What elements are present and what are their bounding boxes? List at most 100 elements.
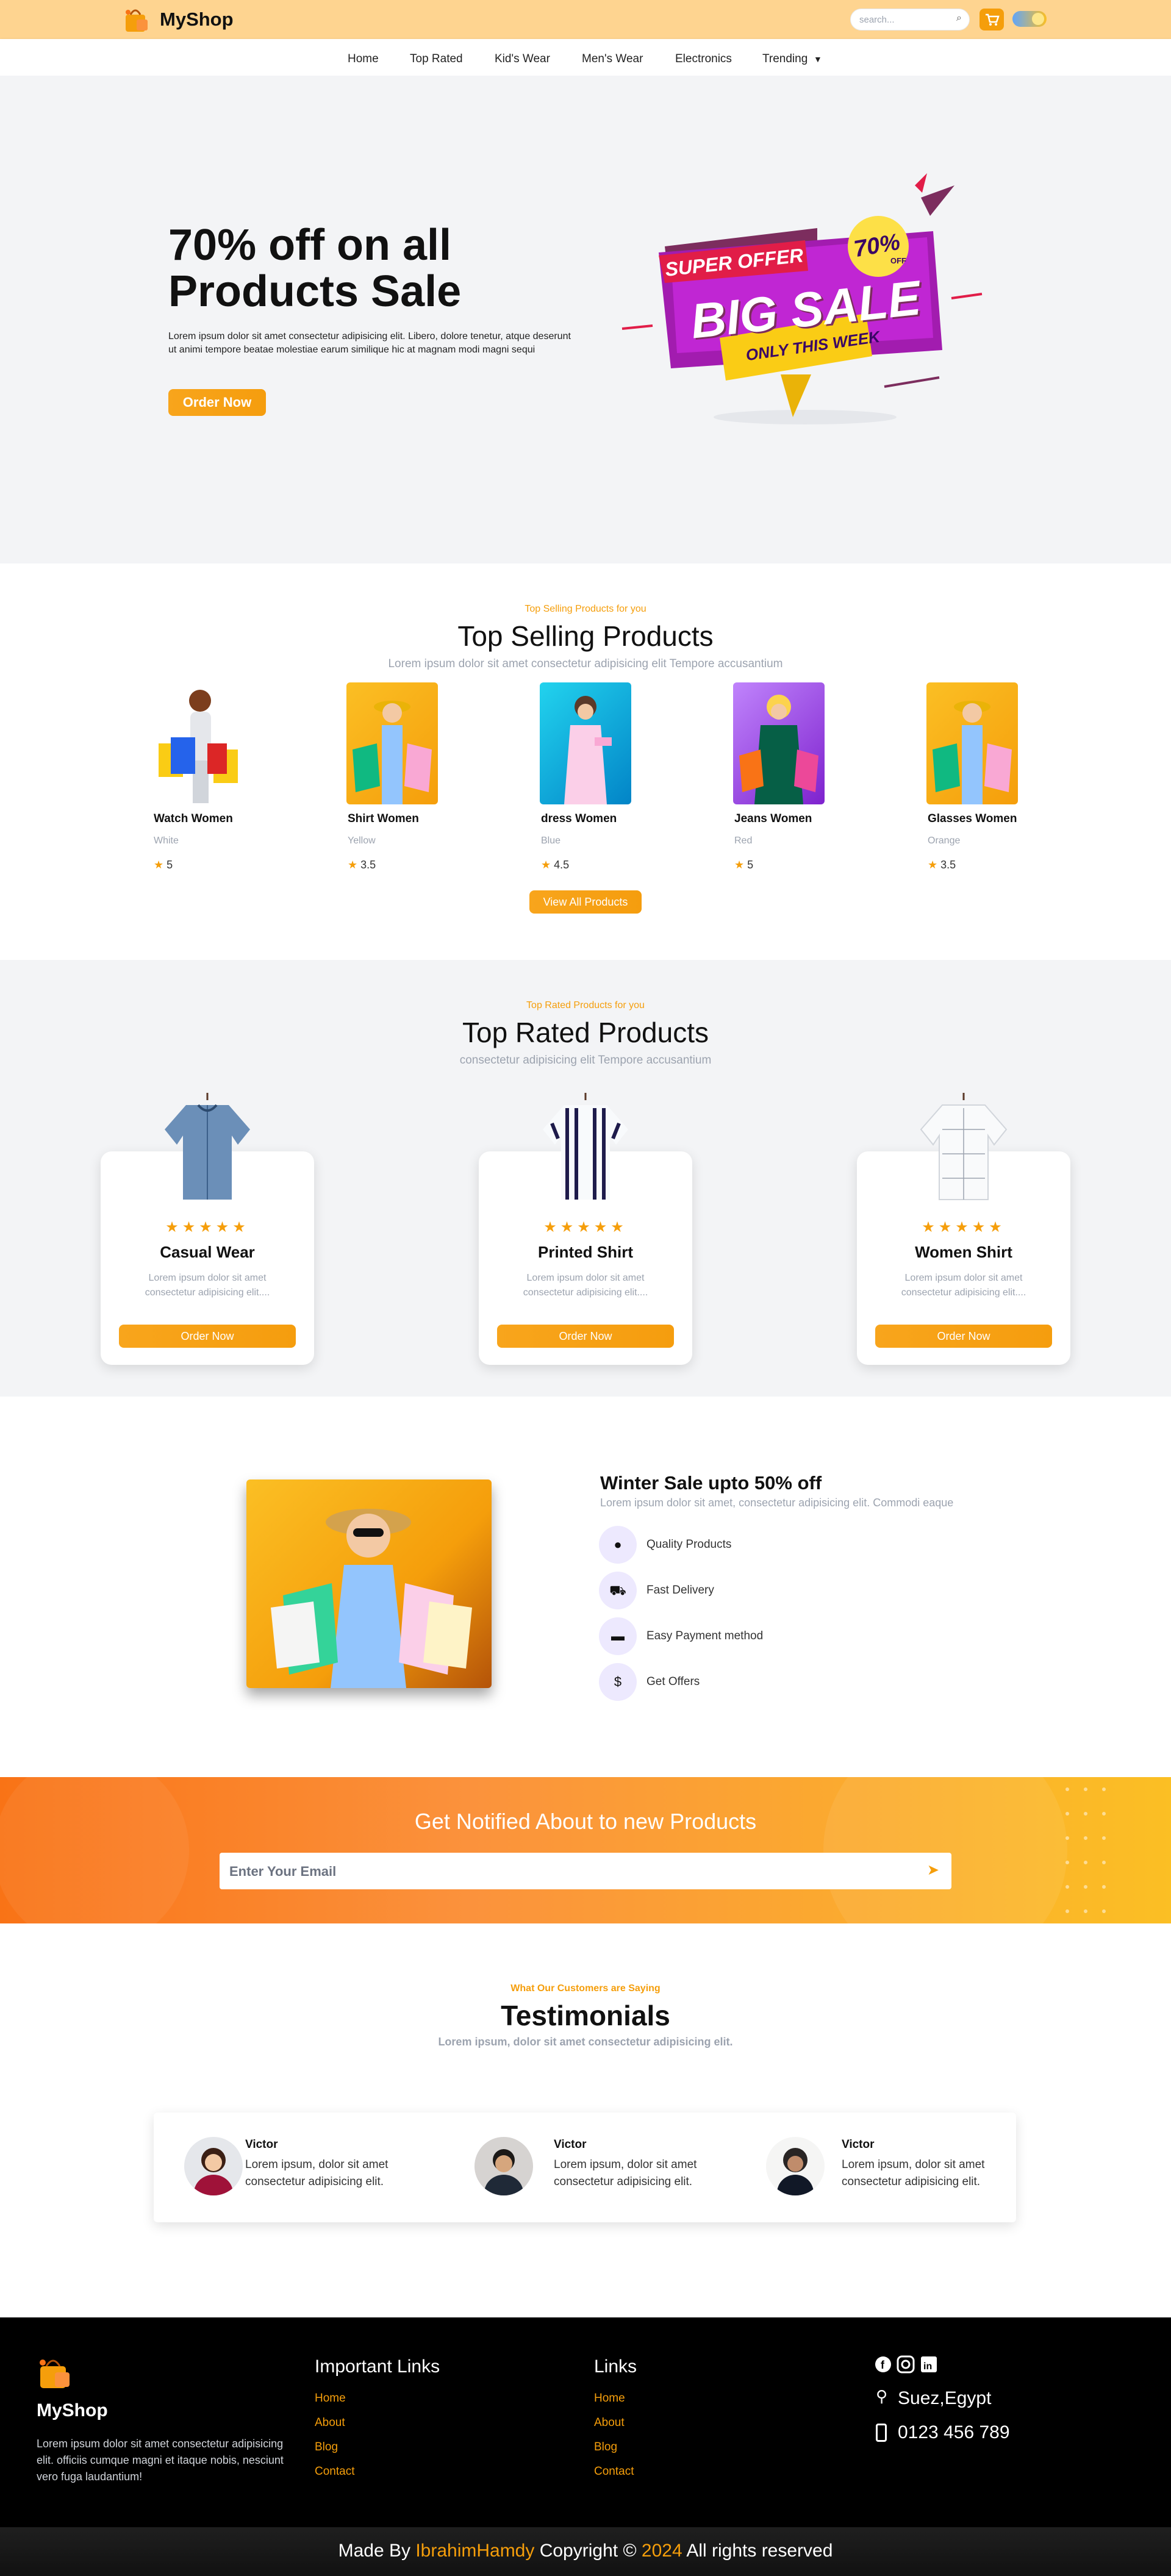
order-now-button[interactable]: Order Now bbox=[497, 1325, 674, 1348]
top-rated-desc: consectetur adipisicing elit Tempore acc… bbox=[459, 1054, 712, 1067]
wallet-icon: ▬ bbox=[599, 1617, 637, 1655]
footer-link-contact[interactable]: Contact bbox=[315, 2465, 354, 2478]
product-card[interactable]: ★★★★★ Printed Shirt Lorem ipsum dolor si… bbox=[479, 1093, 692, 1365]
search-input[interactable]: search... ⌕ bbox=[850, 9, 970, 30]
card-title: Casual Wear bbox=[160, 1243, 255, 1261]
top-rated-section: Top Rated Products for you Top Rated Pro… bbox=[0, 960, 1171, 1397]
product-name: Glasses Women bbox=[928, 812, 1017, 825]
instagram-icon bbox=[897, 2355, 915, 2374]
author-link[interactable]: IbrahimHamdy bbox=[415, 2541, 534, 2561]
footer-link-about[interactable]: About bbox=[594, 2416, 625, 2430]
star-icon: ★ bbox=[922, 1219, 939, 1236]
footer-link-home[interactable]: Home bbox=[594, 2392, 625, 2405]
product-image bbox=[162, 1093, 253, 1203]
footer-brand[interactable]: MyShop bbox=[37, 2400, 108, 2421]
avatar bbox=[474, 2137, 533, 2195]
feature-label: Easy Payment method bbox=[646, 1630, 764, 1642]
rating-value: 3.5 bbox=[360, 859, 376, 871]
rating-stars: ★★★★★ bbox=[479, 1218, 692, 1236]
rating-value: 4.5 bbox=[554, 859, 570, 871]
send-icon[interactable]: ➤ bbox=[927, 1861, 939, 1879]
email-field[interactable]: Enter Your Email ➤ bbox=[220, 1853, 951, 1889]
product-image[interactable] bbox=[346, 682, 438, 804]
star-icon: ★ bbox=[215, 1219, 233, 1236]
product-card[interactable]: ★★★★★ Casual Wear Lorem ipsum dolor sit … bbox=[101, 1093, 314, 1365]
product-rating: ★ 3.5 bbox=[348, 859, 376, 871]
top-rated-subtitle: Top Rated Products for you bbox=[526, 1000, 645, 1011]
social-icons: f in bbox=[875, 2354, 948, 2375]
nav-kids-wear[interactable]: Kid's Wear bbox=[495, 52, 550, 66]
card-title: Printed Shirt bbox=[537, 1243, 633, 1261]
footer-link-blog[interactable]: Blog bbox=[594, 2441, 617, 2454]
avatar bbox=[766, 2137, 825, 2195]
product-image[interactable] bbox=[733, 682, 825, 804]
main-nav: Home Top Rated Kid's Wear Men's Wear Ele… bbox=[0, 39, 1171, 76]
footer-link-blog[interactable]: Blog bbox=[315, 2441, 338, 2454]
nav-mens-wear[interactable]: Men's Wear bbox=[582, 52, 643, 66]
product-color: Yellow bbox=[348, 835, 376, 846]
star-icon: ★ bbox=[989, 1219, 1006, 1236]
star-icon: ★ bbox=[611, 1219, 628, 1236]
star-icon: ★ bbox=[928, 859, 938, 871]
footer-location: Suez,Egypt bbox=[898, 2388, 992, 2408]
testimonials-title: Testimonials bbox=[501, 2000, 670, 2031]
testimonial-text: Lorem ipsum, dolor sit amet consectetur … bbox=[842, 2158, 985, 2188]
testimonial-name: Victor bbox=[554, 2138, 587, 2151]
order-now-button[interactable]: Order Now bbox=[875, 1325, 1052, 1348]
rating-value: 5 bbox=[747, 859, 754, 871]
order-now-button[interactable]: Order Now bbox=[168, 389, 266, 416]
product-image[interactable] bbox=[926, 682, 1018, 804]
chevron-down-icon[interactable]: ▼ bbox=[814, 54, 822, 64]
svg-text:in: in bbox=[923, 2361, 932, 2372]
top-bar: MyShop search... ⌕ bbox=[0, 0, 1171, 39]
star-icon: ★ bbox=[955, 1219, 972, 1236]
theme-toggle-icon[interactable] bbox=[1012, 11, 1047, 27]
cart-button[interactable] bbox=[979, 9, 1004, 30]
footer-link-contact[interactable]: Contact bbox=[594, 2465, 634, 2478]
testimonials-section: What Our Customers are Saying Testimonia… bbox=[0, 1923, 1171, 2317]
search-icon[interactable]: ⌕ bbox=[956, 13, 962, 24]
facebook-icon: f bbox=[875, 2356, 891, 2372]
product-image[interactable] bbox=[152, 682, 244, 804]
product-card[interactable]: ★★★★★ Women Shirt Lorem ipsum dolor sit … bbox=[857, 1093, 1070, 1365]
star-icon: ★ bbox=[593, 1219, 611, 1236]
hero-title-line1: 70% off on all bbox=[168, 221, 452, 270]
nav-home[interactable]: Home bbox=[348, 52, 379, 66]
newsletter-title: Get Notified About to new Products bbox=[414, 1809, 757, 1834]
big-sale-badge: SUPER OFFER BIG SALE ONLY THIS WEEK 70% … bbox=[610, 173, 1000, 429]
links-title: Links bbox=[594, 2356, 637, 2377]
product-rating: ★ 5 bbox=[154, 859, 173, 871]
star-icon: ★ bbox=[154, 859, 164, 871]
testimonials-card: Victor Lorem ipsum, dolor sit amet conse… bbox=[154, 2113, 1016, 2222]
product-image bbox=[540, 1093, 631, 1203]
star-icon: ★ bbox=[543, 1219, 560, 1236]
nav-trending[interactable]: Trending bbox=[762, 52, 808, 66]
winter-sale-title: Winter Sale upto 50% off bbox=[600, 1472, 822, 1494]
star-icon: ★ bbox=[734, 859, 745, 871]
footer-logo-icon[interactable] bbox=[35, 2354, 73, 2392]
email-placeholder: Enter Your Email bbox=[229, 1864, 337, 1879]
footer: MyShop Lorem ipsum dolor sit amet consec… bbox=[0, 2317, 1171, 2576]
star-icon: ★ bbox=[348, 859, 358, 871]
winter-sale-desc: Lorem ipsum dolor sit amet, consectetur … bbox=[600, 1497, 954, 1509]
svg-text:f: f bbox=[881, 2359, 885, 2371]
top-selling-section: Top Selling Products for you Top Selling… bbox=[0, 564, 1171, 960]
hero-section: 70% off on all Products Sale Lorem ipsum… bbox=[0, 76, 1171, 564]
footer-link-home[interactable]: Home bbox=[315, 2392, 346, 2405]
shopping-bag-logo-icon[interactable] bbox=[122, 6, 150, 34]
top-selling-desc: Lorem ipsum dolor sit amet consectetur a… bbox=[388, 657, 783, 670]
product-name: Shirt Women bbox=[348, 812, 419, 825]
dollar-icon: $ bbox=[599, 1663, 637, 1701]
product-image[interactable] bbox=[540, 682, 631, 804]
footer-link-about[interactable]: About bbox=[315, 2416, 345, 2430]
product-color: White bbox=[154, 835, 179, 846]
view-all-products-button[interactable]: View All Products bbox=[529, 890, 642, 914]
nav-top-rated[interactable]: Top Rated bbox=[410, 52, 463, 66]
brand-name[interactable]: MyShop bbox=[160, 9, 234, 30]
star-icon: ★ bbox=[577, 1219, 594, 1236]
nav-electronics[interactable]: Electronics bbox=[675, 52, 732, 66]
testimonial-name: Victor bbox=[245, 2138, 278, 2151]
testimonials-desc: Lorem ipsum, dolor sit amet consectetur … bbox=[438, 2036, 733, 2048]
order-now-button[interactable]: Order Now bbox=[119, 1325, 296, 1348]
star-icon: ★ bbox=[232, 1219, 249, 1236]
